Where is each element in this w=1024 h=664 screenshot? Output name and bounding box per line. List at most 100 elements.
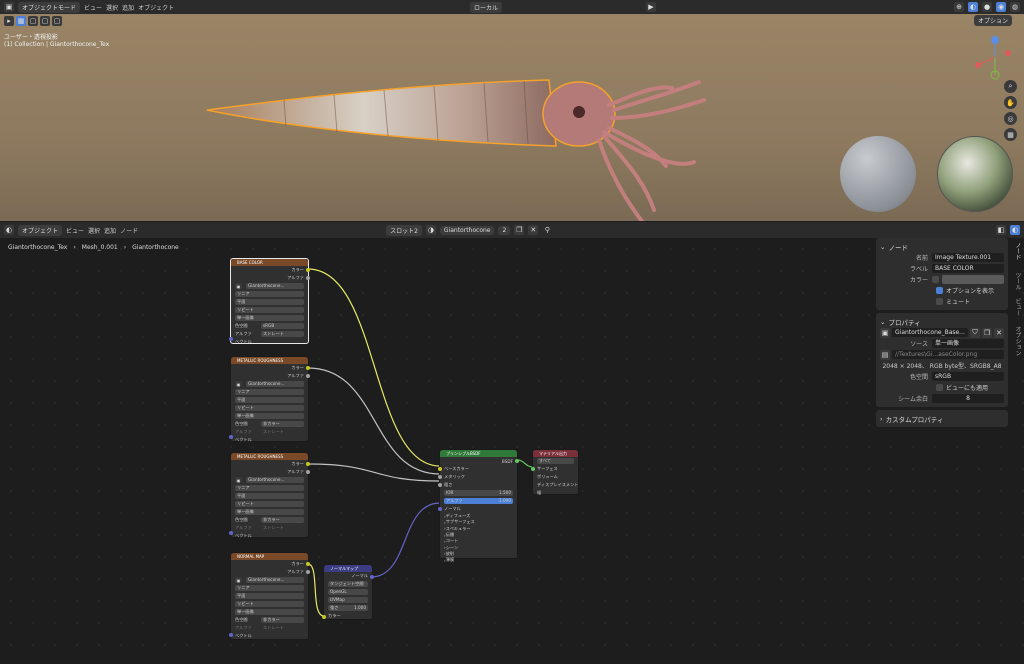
node-name-field[interactable]: Image Texture.001: [932, 253, 1004, 262]
output-socket[interactable]: [370, 575, 374, 579]
extension-dropdown[interactable]: リピート: [235, 405, 304, 411]
output-socket[interactable]: [306, 470, 310, 474]
image-selector[interactable]: Giantorthocone_Base...: [892, 328, 968, 337]
output-socket[interactable]: [306, 268, 310, 272]
input-socket[interactable]: [438, 467, 442, 471]
principled-bsdf-node[interactable]: プリンシプルBSDF BSDF ベースカラー メタリック 粗さ IOR 1.500…: [438, 449, 519, 563]
target-dropdown[interactable]: すべて: [537, 458, 574, 464]
material-users[interactable]: 2: [498, 225, 511, 235]
creature-model[interactable]: [204, 70, 724, 221]
input-socket[interactable]: [229, 633, 233, 637]
render-shading-icon[interactable]: ◍: [1010, 2, 1020, 12]
pan-icon[interactable]: ✋: [1004, 96, 1017, 109]
menu-add[interactable]: 追加: [104, 226, 116, 235]
image-selector[interactable]: Giantorthocone...: [246, 577, 304, 583]
seam-margin-field[interactable]: 8: [932, 394, 1004, 403]
output-socket[interactable]: [515, 459, 519, 463]
section-header[interactable]: › カスタムプロパティ: [880, 413, 1004, 424]
select-tool-icon[interactable]: ▸: [4, 16, 14, 26]
editor-type-icon[interactable]: ▣: [4, 2, 14, 12]
input-socket[interactable]: [531, 467, 535, 471]
uv-field[interactable]: UVMap: [328, 597, 368, 603]
input-socket[interactable]: [229, 531, 233, 535]
source-dropdown[interactable]: 単一画像: [235, 315, 304, 321]
space-dropdown[interactable]: タンジェント空間: [328, 581, 368, 587]
select-mode-icon[interactable]: ▢: [52, 16, 62, 26]
strength-field[interactable]: 強さ 1.000: [328, 605, 368, 611]
source-dropdown[interactable]: 単一画像: [235, 509, 304, 515]
menu-node[interactable]: ノード: [120, 226, 138, 235]
output-socket[interactable]: [306, 374, 310, 378]
tab-options[interactable]: オプション: [1010, 326, 1022, 356]
image-selector[interactable]: Giantorthocone...: [246, 477, 304, 483]
projection-dropdown[interactable]: 平面: [235, 397, 304, 403]
alpha-dropdown[interactable]: ストレート: [261, 429, 304, 435]
interpolation-dropdown[interactable]: リニア: [235, 585, 304, 591]
image-texture-node[interactable]: BASE COLOR カラー アルファ ▣ Giantorthocone... リニア 平面…: [229, 258, 310, 344]
section-header[interactable]: ⌄ プロパティ: [880, 316, 1004, 327]
alpha-dropdown[interactable]: ストレート: [261, 331, 304, 337]
gl-dropdown[interactable]: OpenGL: [328, 589, 368, 595]
file-path-field[interactable]: //Textures\Gi...aseColor.png: [892, 350, 1004, 359]
material-icon[interactable]: ◑: [425, 225, 436, 235]
select-mode-icon[interactable]: ▢: [40, 16, 50, 26]
projection-dropdown[interactable]: 平面: [235, 493, 304, 499]
alpha-dropdown[interactable]: ストレート: [261, 625, 304, 631]
options-button[interactable]: オプション: [974, 15, 1013, 26]
duplicate-icon[interactable]: ❐: [982, 327, 992, 338]
select-mode-icon[interactable]: ▢: [28, 16, 38, 26]
alpha-dropdown[interactable]: ストレート: [261, 525, 304, 531]
input-socket[interactable]: [438, 507, 442, 511]
output-socket[interactable]: [306, 366, 310, 370]
tab-node[interactable]: ノード: [1010, 242, 1022, 260]
projection-dropdown[interactable]: 平面: [235, 299, 304, 305]
overlay-icon[interactable]: ◐: [1010, 225, 1020, 235]
colorspace-dropdown[interactable]: sRGB: [261, 323, 304, 329]
extension-dropdown[interactable]: リピート: [235, 501, 304, 507]
bsdf-panel-toggle[interactable]: › 薄膜: [440, 557, 517, 563]
snap-icon[interactable]: ◧: [996, 225, 1006, 235]
input-socket[interactable]: [229, 435, 233, 439]
show-options-checkbox[interactable]: [936, 287, 943, 294]
source-dropdown[interactable]: 単一画像: [235, 609, 304, 615]
object-dropdown[interactable]: オブジェクト: [18, 224, 63, 236]
image-selector[interactable]: Giantorthocone...: [246, 283, 304, 289]
pin-icon[interactable]: ⚲: [542, 225, 552, 235]
viewport[interactable]: ▸ ▦ ▢ ▢ ▢ ユーザー・透視投影 (1) Collection | Gia…: [0, 14, 1024, 221]
interpolation-dropdown[interactable]: リニア: [235, 389, 304, 395]
folder-icon[interactable]: ▤: [880, 349, 890, 360]
output-socket[interactable]: [306, 276, 310, 280]
interpolation-dropdown[interactable]: リニア: [235, 485, 304, 491]
menu-view[interactable]: ビュー: [84, 3, 102, 12]
duplicate-icon[interactable]: ❐: [514, 225, 525, 235]
material-output-node[interactable]: マテリアル出力 すべて サーフェス ボリューム ディスプレイスメント 幅: [531, 449, 579, 495]
section-header[interactable]: ⌄ ノード: [880, 241, 1004, 252]
image-selector[interactable]: Giantorthocone...: [246, 381, 304, 387]
image-icon[interactable]: ▣: [235, 381, 242, 387]
solid-shading-icon[interactable]: ●: [982, 2, 992, 12]
zoom-icon[interactable]: ⌕: [1004, 80, 1017, 93]
output-socket[interactable]: [306, 562, 310, 566]
input-socket[interactable]: [438, 475, 442, 479]
box-select-icon[interactable]: ▦: [16, 16, 26, 26]
menu-select[interactable]: 選択: [106, 3, 118, 12]
source-dropdown[interactable]: 単一画像: [235, 413, 304, 419]
transform-orientation[interactable]: ローカル: [469, 1, 502, 13]
view-also-checkbox[interactable]: [936, 384, 943, 391]
image-icon[interactable]: ▣: [880, 327, 890, 338]
image-icon[interactable]: ▣: [235, 577, 242, 583]
play-icon[interactable]: ▶: [646, 2, 656, 12]
normal-map-node[interactable]: ノーマルマップ ノーマル タンジェント空間 OpenGL UVMap 強さ 1.0…: [322, 564, 374, 620]
input-socket[interactable]: [438, 483, 442, 487]
material-shading-icon[interactable]: ◉: [996, 2, 1006, 12]
image-texture-node[interactable]: METALLIC ROUGHNESS カラー アルファ ▣ Giantorthocone…: [229, 356, 310, 442]
menu-select[interactable]: 選択: [88, 226, 100, 235]
output-socket[interactable]: [306, 462, 310, 466]
mode-dropdown[interactable]: オブジェクトモード: [18, 1, 81, 13]
close-icon[interactable]: ✕: [528, 225, 539, 235]
menu-object[interactable]: オブジェクト: [138, 3, 174, 12]
slot-dropdown[interactable]: スロット2: [386, 224, 422, 236]
projection-dropdown[interactable]: 平面: [235, 593, 304, 599]
menu-view[interactable]: ビュー: [66, 226, 84, 235]
colorspace-dropdown[interactable]: 非カラー: [261, 517, 304, 523]
